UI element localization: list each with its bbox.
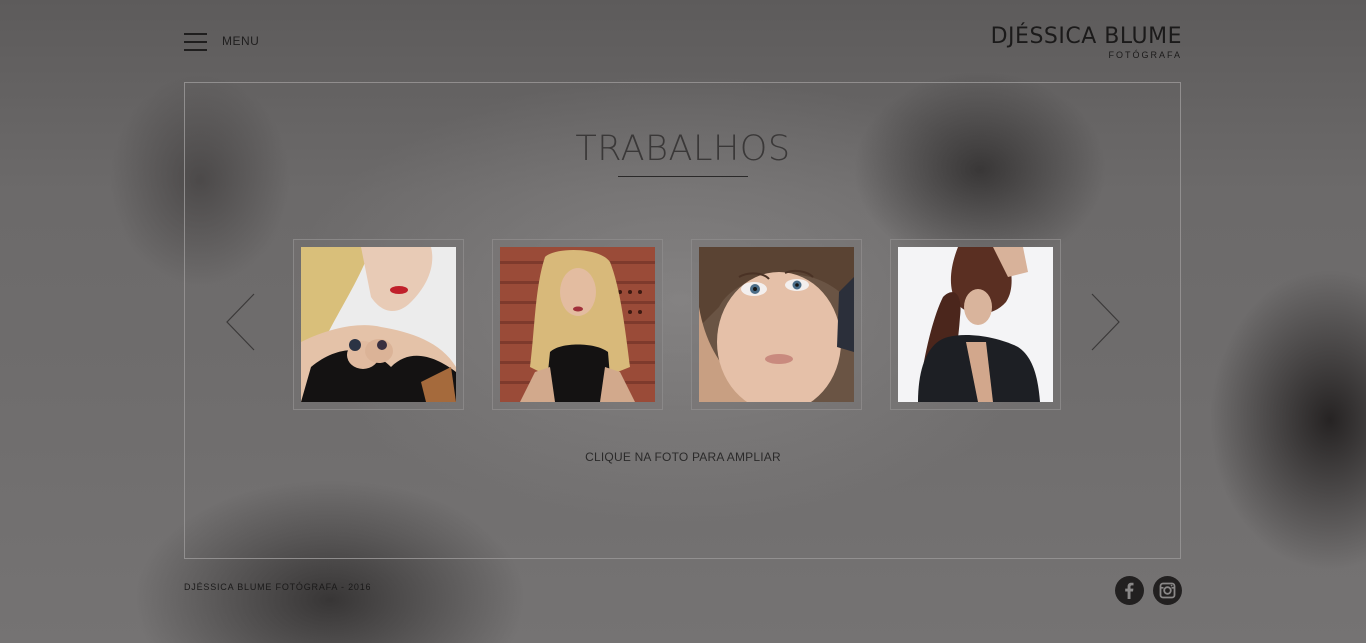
gallery-thumbnail[interactable] <box>293 239 464 410</box>
gallery-photo[interactable] <box>898 247 1053 402</box>
instagram-link[interactable] <box>1153 576 1182 605</box>
logo[interactable]: DJÉSSICA BLUME FOTÓGRAFA <box>991 24 1182 60</box>
chevron-right-icon[interactable] <box>1090 292 1122 352</box>
facebook-link[interactable] <box>1115 576 1144 605</box>
gallery-thumbnail[interactable] <box>492 239 663 410</box>
gallery-hint: CLIQUE NA FOTO PARA AMPLIAR <box>585 450 781 464</box>
logo-subtitle: FOTÓGRAFA <box>1108 50 1182 60</box>
carousel-next-button[interactable] <box>1090 292 1122 352</box>
copyright-text: DJÉSSICA BLUME FOTÓGRAFA - 2016 <box>184 582 372 592</box>
hamburger-icon[interactable] <box>184 32 207 51</box>
menu-button[interactable]: MENU <box>184 32 259 51</box>
logo-name[interactable]: DJÉSSICA BLUME <box>991 24 1182 50</box>
gallery-photo[interactable] <box>699 247 854 402</box>
facebook-icon[interactable] <box>1115 576 1144 605</box>
title-underline <box>618 176 748 177</box>
gallery-thumbnail[interactable] <box>691 239 862 410</box>
page-title: TRABALHOS <box>575 129 791 169</box>
instagram-icon[interactable] <box>1153 576 1182 605</box>
gallery-thumbnail[interactable] <box>890 239 1061 410</box>
carousel-prev-button[interactable] <box>224 292 256 352</box>
menu-label[interactable]: MENU <box>222 32 259 50</box>
gallery-photo[interactable] <box>301 247 456 402</box>
gallery-photo[interactable] <box>500 247 655 402</box>
chevron-left-icon[interactable] <box>224 292 256 352</box>
